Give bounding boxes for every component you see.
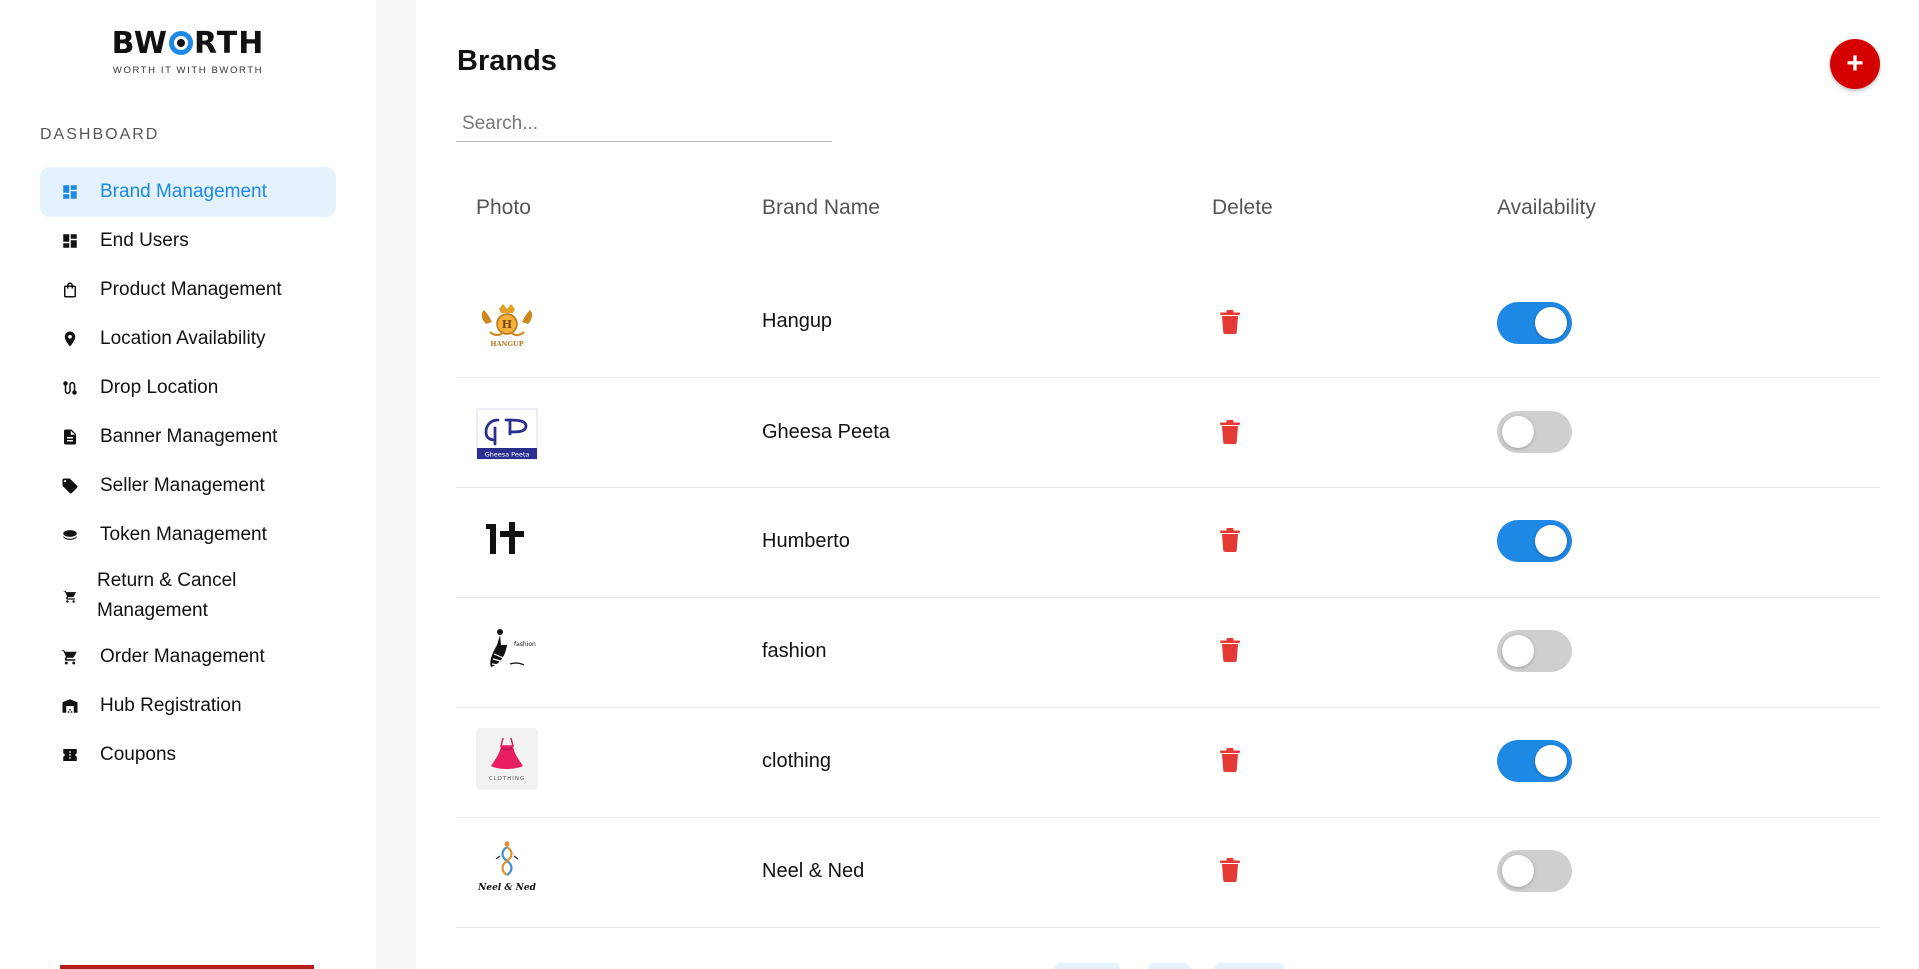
sidebar-item-label-line2: Management: [97, 600, 208, 621]
clothing-logo: CLOTHING: [476, 728, 538, 790]
column-header-delete: Delete: [1212, 196, 1273, 219]
svg-text:HANGUP: HANGUP: [490, 340, 523, 348]
availability-toggle[interactable]: [1497, 740, 1572, 782]
cart-icon: [60, 647, 80, 667]
neel-ned-logo: Neel & Ned: [476, 836, 538, 898]
trash-icon[interactable]: [1220, 748, 1240, 772]
cart-return-icon: [60, 586, 80, 606]
search-input[interactable]: [456, 106, 832, 142]
svg-text:Gheesa Peeta: Gheesa Peeta: [485, 451, 530, 459]
token-icon: [60, 525, 80, 545]
sidebar-item-label: End Users: [100, 230, 189, 251]
sidebar: BW RTH WORTH IT WITH BWORTH DASHBOARD Bra…: [0, 0, 376, 969]
sidebar-item-label: Drop Location: [100, 377, 219, 398]
sidebar-item-drop-location[interactable]: Drop Location: [40, 363, 336, 413]
sidebar-item-hub-registration[interactable]: Hub Registration: [40, 681, 336, 731]
pagination-next-button[interactable]: [1214, 963, 1284, 969]
brand-name: fashion: [762, 640, 827, 662]
column-header-availability: Availability: [1497, 196, 1596, 219]
sidebar-item-end-users[interactable]: End Users: [40, 216, 336, 266]
table-row: Neel & Ned Neel & Ned: [456, 818, 1880, 928]
sidebar-item-order-management[interactable]: Order Management: [40, 632, 336, 682]
plus-icon: +: [1846, 47, 1864, 80]
sidebar-item-banner-management[interactable]: Banner Management: [40, 412, 336, 462]
warehouse-icon: [60, 696, 80, 716]
svg-text:fashion: fashion: [514, 641, 536, 648]
svg-text:CLOTHING: CLOTHING: [489, 776, 526, 782]
svg-text:Neel & Ned: Neel & Ned: [477, 883, 536, 893]
shopping-bag-icon: [60, 280, 80, 300]
availability-toggle[interactable]: [1497, 630, 1572, 672]
sidebar-item-location-availability[interactable]: Location Availability: [40, 314, 336, 364]
column-header-photo: Photo: [476, 196, 531, 219]
hangup-logo: H HANGUP: [476, 296, 538, 358]
page-title: Brands: [457, 45, 557, 77]
logo-wordmark: BW RTH: [111, 26, 265, 61]
trash-icon[interactable]: [1220, 528, 1240, 552]
availability-toggle[interactable]: [1497, 411, 1572, 453]
brand-name: clothing: [762, 750, 831, 772]
layout-gutter: [376, 0, 416, 969]
sidebar-item-label: Brand Management: [100, 181, 267, 202]
availability-toggle[interactable]: [1497, 850, 1572, 892]
pagination-page-button[interactable]: [1148, 963, 1190, 969]
sidebar-item-coupons[interactable]: Coupons: [40, 730, 336, 780]
fashion-logo: fashion: [476, 618, 538, 680]
toggle-knob: [1502, 416, 1534, 448]
sidebar-item-label: Banner Management: [100, 426, 278, 447]
sidebar-item-label: Order Management: [100, 646, 265, 667]
table-row: CLOTHING clothing: [456, 708, 1880, 818]
column-header-brand-name: Brand Name: [762, 196, 880, 219]
table-row: fashion fashion: [456, 598, 1880, 708]
dashboard-icon: [60, 231, 80, 251]
toggle-knob: [1502, 855, 1534, 887]
sidebar-item-label: Hub Registration: [100, 695, 242, 716]
sidebar-item-return-cancel-management[interactable]: Return & Cancel Management: [40, 559, 336, 633]
trash-icon[interactable]: [1220, 420, 1240, 444]
pagination-prev-button[interactable]: [1054, 963, 1120, 969]
sidebar-item-label: Seller Management: [100, 475, 265, 496]
tag-icon: [60, 476, 80, 496]
table-row: H HANGUP Hangup: [456, 268, 1880, 378]
sidebar-item-label: Return & Cancel Management: [97, 566, 236, 626]
brand-name: Gheesa Peeta: [762, 421, 890, 443]
dashboard-section-label: DASHBOARD: [40, 126, 160, 143]
sidebar-item-seller-management[interactable]: Seller Management: [40, 461, 336, 511]
sidebar-item-token-management[interactable]: Token Management: [40, 510, 336, 560]
logo-tagline: WORTH IT WITH BWORTH: [112, 65, 264, 76]
location-pin-icon: [60, 329, 80, 349]
table-row: Humberto: [456, 488, 1880, 598]
brand-name: Humberto: [762, 530, 850, 552]
sidebar-item-label: Location Availability: [100, 328, 266, 349]
sidebar-item-label: Coupons: [100, 744, 177, 765]
route-icon: [60, 378, 80, 398]
sidebar-item-brand-management[interactable]: Brand Management: [40, 167, 336, 217]
sidebar-item-label-line1: Return & Cancel: [97, 570, 237, 591]
trash-icon[interactable]: [1220, 638, 1240, 662]
availability-toggle[interactable]: [1497, 520, 1572, 562]
table-row: Gheesa Peeta Gheesa Peeta: [456, 378, 1880, 488]
gheesa-peeta-logo: Gheesa Peeta: [476, 403, 538, 465]
sidebar-item-label: Product Management: [100, 279, 282, 300]
dashboard-icon: [60, 182, 80, 202]
document-icon: [60, 427, 80, 447]
brand-logo[interactable]: BW RTH WORTH IT WITH BWORTH: [0, 26, 376, 76]
toggle-knob: [1502, 635, 1534, 667]
sidebar-item-label: Token Management: [100, 524, 267, 545]
brand-name: Hangup: [762, 310, 833, 332]
trash-icon[interactable]: [1220, 310, 1240, 334]
availability-toggle[interactable]: [1497, 302, 1572, 344]
toggle-knob: [1535, 525, 1567, 557]
logout-button-edge[interactable]: [60, 965, 314, 969]
toggle-knob: [1535, 745, 1567, 777]
sidebar-item-product-management[interactable]: Product Management: [40, 265, 336, 315]
coupon-icon: [60, 745, 80, 765]
humberto-logo: [476, 508, 538, 570]
brand-name: Neel & Ned: [762, 860, 865, 882]
trash-icon[interactable]: [1220, 858, 1240, 882]
add-brand-button[interactable]: +: [1830, 39, 1880, 89]
toggle-knob: [1535, 307, 1567, 339]
svg-text:H: H: [502, 318, 512, 331]
